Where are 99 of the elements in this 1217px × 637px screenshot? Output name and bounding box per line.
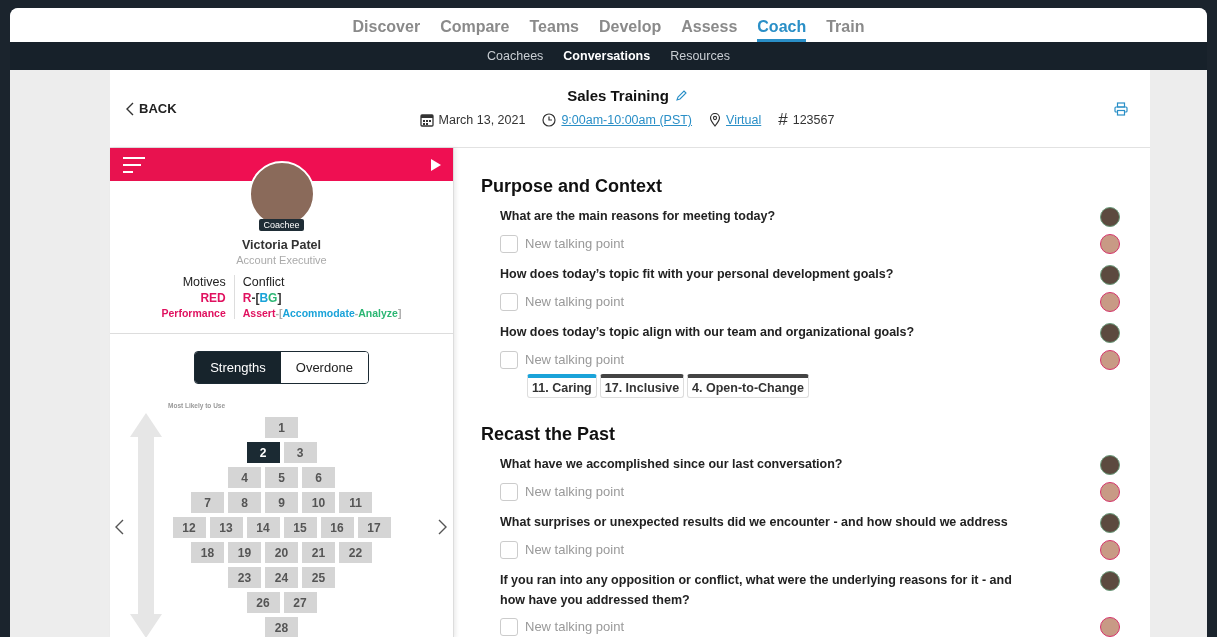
motives-label: Motives	[182, 275, 226, 289]
avatar-placeholder	[1100, 207, 1120, 227]
strength-tile[interactable]: 1	[265, 417, 298, 438]
strength-tile[interactable]: 27	[283, 592, 317, 613]
strength-tile[interactable]: 22	[339, 542, 372, 563]
session-number: 123567	[792, 113, 835, 127]
avatar-placeholder	[1100, 350, 1120, 370]
time-link[interactable]: 9:00am-10:00am (PST)	[561, 113, 693, 127]
pencil-icon[interactable]	[674, 89, 687, 102]
avatar-placeholder	[1100, 540, 1120, 560]
strength-tile[interactable]: 24	[265, 567, 298, 588]
strength-tile[interactable]: 17	[357, 517, 391, 538]
sub-nav-tab[interactable]: Coachees	[487, 49, 544, 63]
toggle-tab[interactable]: Strengths	[195, 352, 281, 383]
strength-tile[interactable]: 11	[339, 492, 372, 513]
sub-nav-tab[interactable]: Resources	[670, 49, 730, 63]
avatar-placeholder	[1100, 482, 1120, 502]
strength-tile[interactable]: 3	[283, 442, 317, 463]
strength-tile[interactable]: 23	[228, 567, 261, 588]
session-date: March 13, 2021	[438, 113, 526, 127]
strength-tile[interactable]: 20	[265, 542, 298, 563]
section-title: Purpose and Context	[481, 176, 664, 197]
avatar-placeholder	[1100, 455, 1120, 475]
conflict-label: Conflict	[242, 275, 286, 289]
checkbox[interactable]	[500, 540, 518, 559]
strength-tile[interactable]: 18	[191, 542, 224, 563]
section-title: Recast the Past	[481, 424, 617, 445]
avatar-placeholder	[1100, 617, 1120, 637]
talking-point-field[interactable]: New talking point	[525, 542, 624, 557]
strength-tile[interactable]: 10	[302, 492, 335, 513]
motives-value: RED	[200, 291, 226, 305]
question-text: If you ran into any opposition or conflict, what were the underlying reasons for it - and how have you addressed them?	[500, 572, 1013, 609]
sub-nav-tab[interactable]: Conversations	[563, 49, 651, 63]
strength-tag[interactable]: 11. Caring	[527, 374, 597, 398]
avatar-placeholder	[1100, 323, 1120, 343]
question-text: How does today’s topic align with our team and organizational goals?	[500, 324, 915, 341]
strength-tile[interactable]: 12	[172, 517, 206, 538]
avatar-placeholder	[1100, 292, 1120, 312]
hash-symbol: #	[778, 110, 788, 130]
strength-tag[interactable]: 17. Inclusive	[599, 374, 685, 398]
chevron-right-icon[interactable]	[437, 519, 447, 535]
avatar-placeholder	[1100, 571, 1120, 591]
conflict-value: R-[BG]	[242, 291, 283, 305]
checkbox[interactable]	[500, 234, 518, 253]
question-text: How does today’s topic fit with your personal development goals?	[500, 266, 894, 283]
nav-tab[interactable]: Train	[826, 18, 865, 42]
strength-tile[interactable]: 21	[302, 542, 335, 563]
strength-tag[interactable]: 4. Open-to-Change	[687, 374, 809, 398]
question-text: What are the main reasons for meeting today?	[500, 208, 776, 225]
session-title: Sales Training	[567, 87, 669, 104]
play-icon[interactable]	[431, 158, 441, 171]
coachee-name: Victoria Patel	[242, 238, 321, 252]
checkbox[interactable]	[500, 482, 518, 501]
strength-tile[interactable]: 8	[228, 492, 261, 513]
coachee-role: Account Executive	[236, 254, 327, 266]
checkbox[interactable]	[500, 617, 518, 636]
question-text: What surprises or unexpected results did we encounter - and how should we address	[500, 514, 1008, 531]
talking-point-field[interactable]: New talking point	[525, 352, 624, 367]
location-link[interactable]: Virtual	[726, 113, 762, 127]
strength-tile[interactable]: 9	[265, 492, 298, 513]
back-button[interactable]: BACK	[126, 101, 326, 116]
talking-point-field[interactable]: New talking point	[525, 294, 624, 309]
motives-detail: Performance	[161, 307, 226, 319]
strength-tile[interactable]: 26	[246, 592, 280, 613]
strength-tile[interactable]: 7	[191, 492, 224, 513]
strength-tile[interactable]: 4	[228, 467, 261, 488]
question-text: What have we accomplished since our last conversation?	[500, 456, 843, 473]
strength-tile[interactable]: 5	[265, 467, 298, 488]
strength-tile[interactable]: 13	[209, 517, 243, 538]
chevron-left-icon[interactable]	[114, 519, 124, 535]
chevron-left-icon	[126, 101, 134, 116]
strength-tile[interactable]: 25	[302, 567, 335, 588]
strength-tile[interactable]: 14	[246, 517, 280, 538]
strength-tile[interactable]: 15	[283, 517, 317, 538]
calendar-icon	[419, 113, 434, 127]
coachee-badge: Coachee	[259, 219, 304, 231]
talking-point-field[interactable]: New talking point	[525, 236, 624, 251]
nav-tab[interactable]: Teams	[529, 18, 579, 42]
location-pin-icon	[709, 113, 722, 127]
checkbox[interactable]	[500, 350, 518, 369]
menu-icon[interactable]	[122, 155, 146, 174]
checkbox[interactable]	[500, 292, 518, 311]
nav-tab[interactable]: Compare	[440, 18, 510, 42]
nav-tab[interactable]: Assess	[681, 18, 738, 42]
strength-tile[interactable]: 6	[302, 467, 335, 488]
nav-tab[interactable]: Discover	[352, 18, 421, 42]
talking-point-field[interactable]: New talking point	[525, 619, 624, 634]
avatar-placeholder	[1100, 234, 1120, 254]
strength-tile[interactable]: 16	[320, 517, 354, 538]
avatar-placeholder	[1100, 265, 1120, 285]
talking-point-field[interactable]: New talking point	[525, 484, 624, 499]
conflict-detail: Assert-[Accommodate-Analyze]	[242, 307, 402, 319]
strength-tile[interactable]: 28	[265, 617, 298, 637]
nav-tab[interactable]: Develop	[599, 18, 662, 42]
strength-tile[interactable]: 2	[246, 442, 280, 463]
print-icon[interactable]	[1114, 101, 1128, 116]
strength-tile[interactable]: 19	[228, 542, 261, 563]
avatar-placeholder	[1100, 513, 1120, 533]
clock-icon	[542, 113, 557, 127]
